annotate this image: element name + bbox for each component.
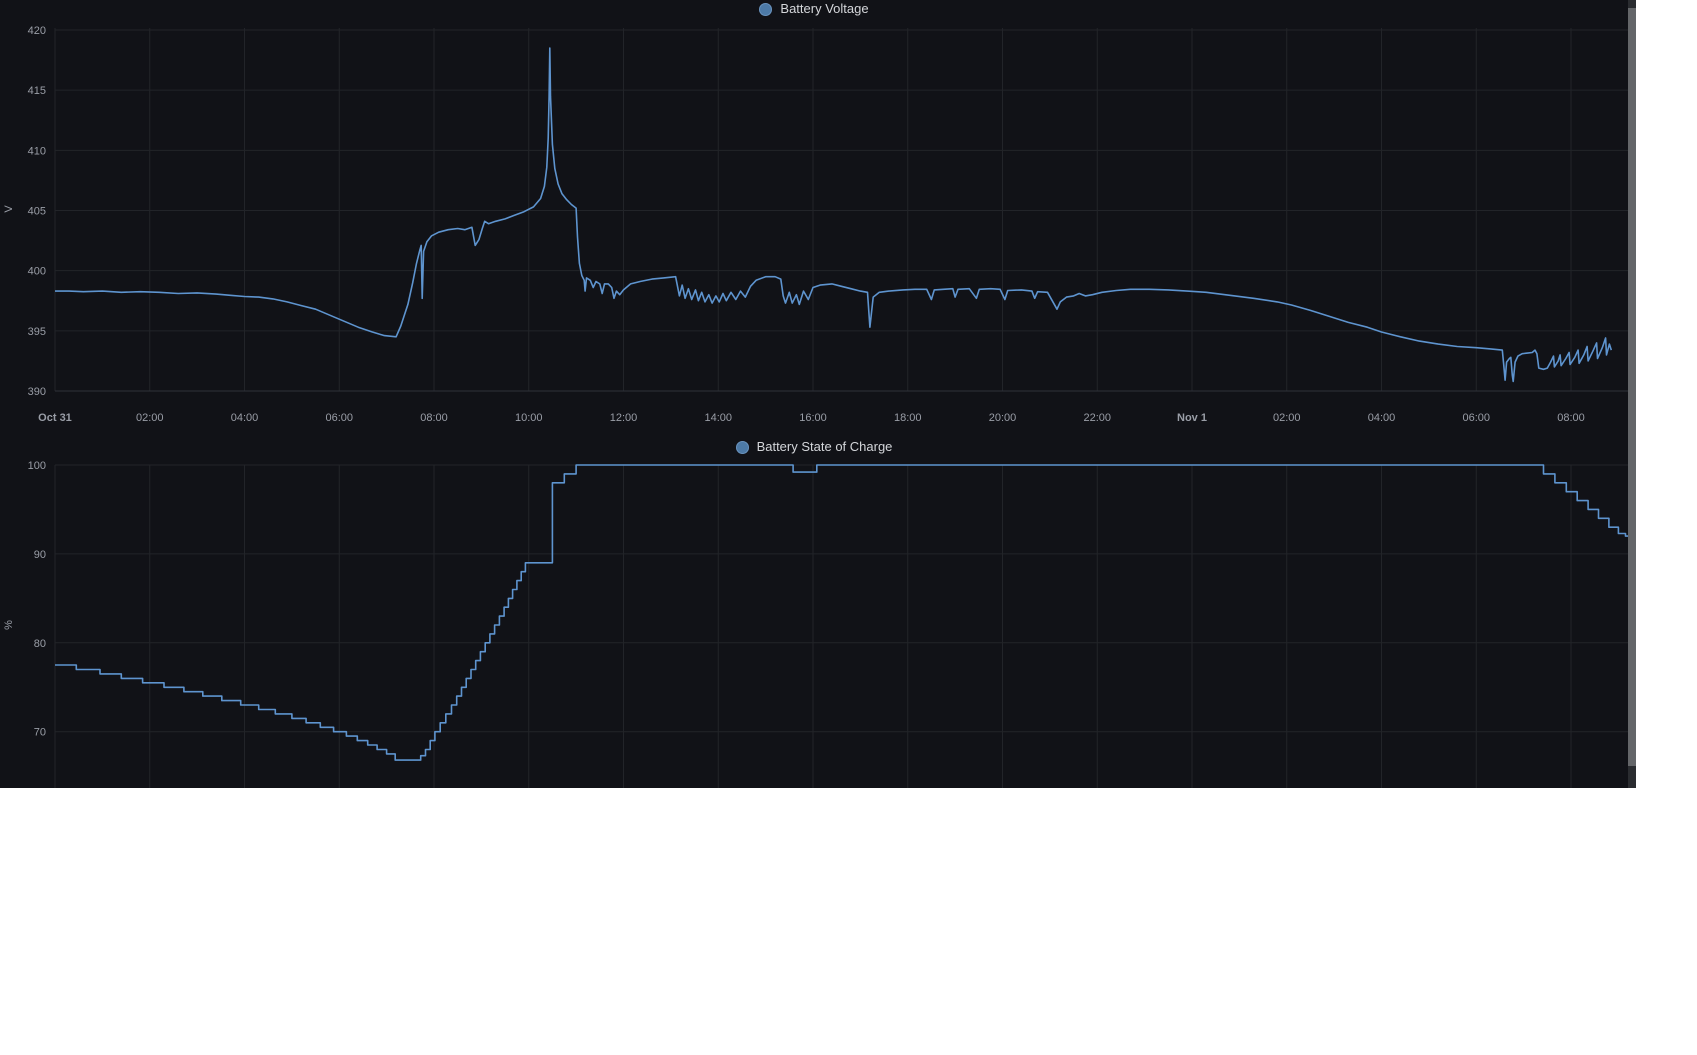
legend-battery-state-of-charge[interactable]: Battery State of Charge [0,438,1628,456]
x-tick-label: 04:00 [1368,412,1396,424]
x-tick-label: 08:00 [420,412,448,424]
y-tick-label: 410 [28,145,46,157]
y-tick-label: 80 [34,638,46,650]
legend-battery-voltage[interactable]: Battery Voltage [0,0,1628,18]
x-tick-label: 02:00 [136,412,164,424]
battery-soc-plot: 100 90 80 70 [28,460,1628,788]
y-tick-label: 415 [28,85,46,97]
x-tick-label: 12:00 [610,412,638,424]
x-tick-label: 06:00 [1462,412,1490,424]
x-tick-label: 18:00 [894,412,922,424]
y-tick-label: 90 [34,549,46,561]
y-axis-unit-volts: V [3,205,15,213]
x-tick-label: 06:00 [325,412,353,424]
battery-voltage-line [55,47,1613,383]
vertical-scrollbar[interactable] [1628,0,1636,788]
y-tick-label: 395 [28,326,46,338]
x-tick-label: 04:00 [231,412,259,424]
x-tick-label: 08:00 [1557,412,1585,424]
grafana-dashboard-page: 420 415 410 405 400 395 390 Oct 31 02:00 04:00 06:… [0,0,1697,1055]
x-tick-label: 10:00 [515,412,543,424]
y-tick-label: 405 [28,205,46,217]
y-tick-label: 390 [28,386,46,398]
y-tick-label: 400 [28,266,46,278]
legend-label: Battery Voltage [780,1,869,16]
x-tick-label: Nov 1 [1177,412,1207,424]
x-tick-label: 20:00 [989,412,1017,424]
y-axis-unit-percent: % [3,620,15,630]
x-tick-label: Oct 31 [38,412,72,424]
legend-label: Battery State of Charge [756,439,893,454]
series-marker-icon [759,2,773,16]
dashboard-panel: 420 415 410 405 400 395 390 Oct 31 02:00 04:00 06:… [0,0,1636,788]
y-tick-label: 100 [28,460,46,472]
y-tick-label: 70 [34,727,46,739]
x-tick-label: 22:00 [1083,412,1111,424]
x-tick-label: 02:00 [1273,412,1301,424]
y-tick-label: 420 [28,25,46,37]
battery-voltage-plot: 420 415 410 405 400 395 390 Oct 31 02:00 04:00 06:… [28,25,1628,424]
x-tick-label: 16:00 [799,412,827,424]
charts-canvas[interactable]: 420 415 410 405 400 395 390 Oct 31 02:00 04:00 06:… [0,0,1628,788]
battery-state-of-charge-line [55,464,1628,761]
x-tick-label: 14:00 [704,412,732,424]
series-marker-icon [735,440,749,454]
scrollbar-thumb[interactable] [1628,8,1636,766]
